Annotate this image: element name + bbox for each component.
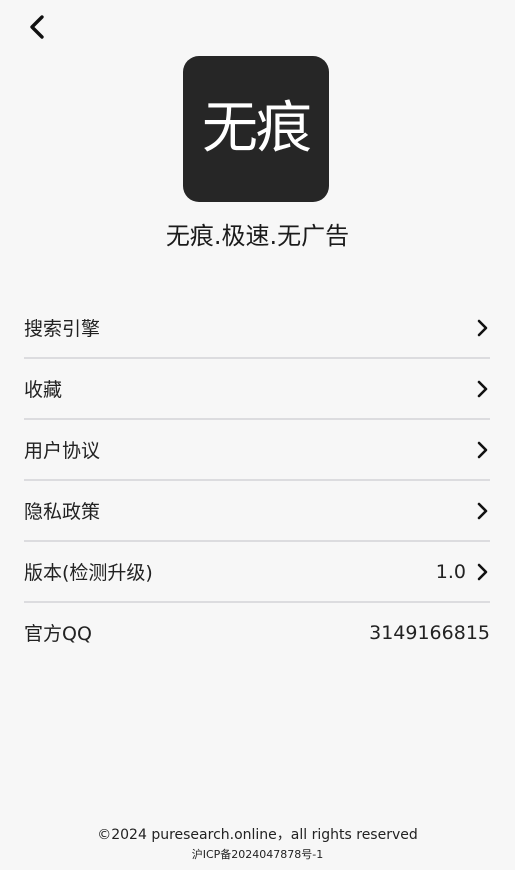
- menu-item-official-qq: 官方QQ 3149166815: [24, 603, 490, 662]
- menu-item-privacy-policy[interactable]: 隐私政策: [24, 481, 490, 542]
- app-tagline: 无痕.极速.无广告: [165, 222, 350, 250]
- chevron-right-icon: [474, 502, 490, 520]
- footer-icp-number: 沪ICP备2024047878号-1: [191, 848, 324, 861]
- menu-item-user-agreement[interactable]: 用户协议: [24, 420, 490, 481]
- menu-item-version[interactable]: 版本(检测升级) 1.0: [24, 542, 490, 603]
- menu-item-label: 版本(检测升级): [24, 562, 153, 584]
- chevron-right-icon: [474, 380, 490, 398]
- qq-number-value: 3149166815: [369, 621, 490, 644]
- app-logo-text: 无痕: [202, 96, 312, 161]
- menu-item-label: 收藏: [24, 379, 63, 401]
- menu-item-label: 搜索引擎: [24, 318, 101, 340]
- settings-menu: 搜索引擎 收藏 用户协议 隐私政策 版本(检测升级) 1.0 官方QQ 3149…: [24, 298, 490, 662]
- chevron-right-icon: [474, 563, 490, 581]
- version-value: 1.0: [435, 560, 466, 583]
- back-button[interactable]: [20, 12, 54, 46]
- chevron-right-icon: [474, 319, 490, 337]
- app-logo: 无痕: [183, 56, 329, 202]
- menu-item-label: 用户协议: [24, 440, 101, 462]
- menu-item-favorites[interactable]: 收藏: [24, 359, 490, 420]
- chevron-left-icon: [28, 14, 46, 44]
- menu-item-label: 隐私政策: [24, 501, 101, 523]
- menu-item-label: 官方QQ: [24, 623, 92, 645]
- footer-copyright: ©2024 puresearch.online，all rights reser…: [97, 827, 418, 843]
- chevron-right-icon: [474, 441, 490, 459]
- menu-item-search-engine[interactable]: 搜索引擎: [24, 298, 490, 359]
